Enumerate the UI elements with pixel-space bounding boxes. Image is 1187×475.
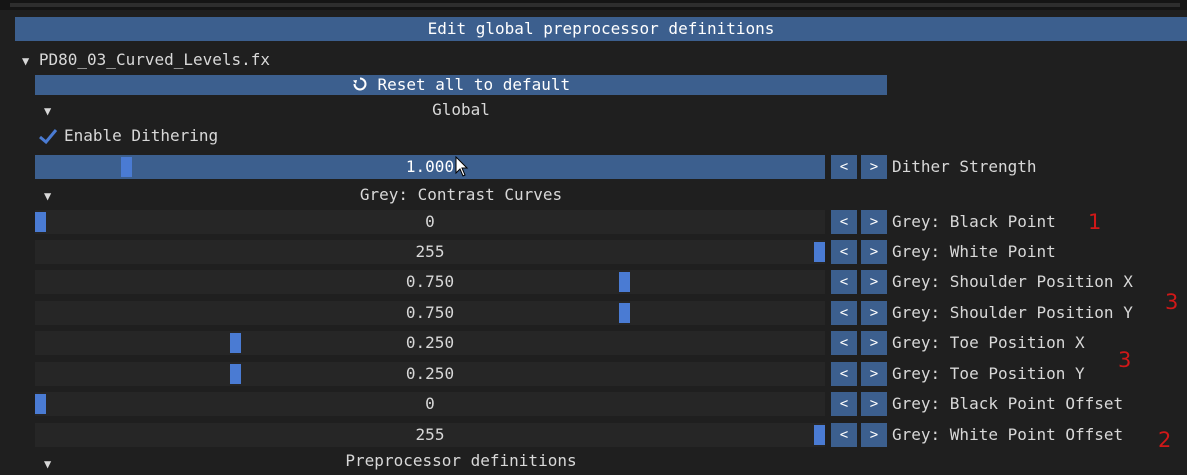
grey-shoulder-x-increment-button[interactable]: >	[861, 270, 887, 294]
section-grey-contrast-curves[interactable]: Grey: Contrast Curves	[35, 184, 887, 206]
reset-all-label: Reset all to default	[377, 75, 571, 94]
dither-strength-decrement-button[interactable]: <	[831, 155, 857, 179]
grey-black-point-decrement-button[interactable]: <	[831, 210, 857, 234]
mouse-cursor-icon	[455, 155, 469, 178]
reset-icon	[352, 77, 367, 91]
section-global[interactable]: Global	[35, 99, 887, 121]
enable-dithering-label: Enable Dithering	[64, 126, 219, 145]
dither-strength-slider[interactable]: 1.000	[35, 155, 825, 179]
grey-shoulder-x-label: Grey: Shoulder Position X	[892, 272, 1133, 291]
top-scroll-strip	[0, 0, 1187, 10]
grey-white-point-decrement-button[interactable]: <	[831, 240, 857, 264]
section-grey-label: Grey: Contrast Curves	[359, 185, 563, 204]
annotation-3-toe: 3	[1118, 348, 1132, 372]
grey-white-point-offset-increment-button[interactable]: >	[861, 423, 887, 447]
dither-strength-increment-button[interactable]: >	[861, 155, 887, 179]
grey-toe-y-increment-button[interactable]: >	[861, 362, 887, 386]
grey-shoulder-y-slider[interactable]: 0.750	[35, 301, 825, 325]
grey-toe-y-slider[interactable]: 0.250	[35, 362, 825, 386]
annotation-1: 1	[1088, 210, 1102, 234]
slider-value: 1.000	[405, 157, 455, 176]
grey-black-point-slider[interactable]: 0	[35, 210, 825, 234]
dither-strength-label: Dither Strength	[892, 157, 1037, 176]
grey-shoulder-y-label: Grey: Shoulder Position Y	[892, 303, 1133, 322]
grey-shoulder-x-slider[interactable]: 0.750	[35, 270, 825, 294]
grey-white-point-offset-decrement-button[interactable]: <	[831, 423, 857, 447]
grey-black-point-offset-label: Grey: Black Point Offset	[892, 394, 1124, 413]
slider-value: 0.750	[405, 272, 455, 291]
slider-value: 255	[415, 425, 445, 444]
grey-black-point-offset-slider[interactable]: 0	[35, 392, 825, 416]
slider-value: 0.750	[405, 303, 455, 322]
grey-white-point-increment-button[interactable]: >	[861, 240, 887, 264]
slider-value: 0.250	[405, 364, 455, 383]
grey-black-point-increment-button[interactable]: >	[861, 210, 887, 234]
grey-white-point-offset-label: Grey: White Point Offset	[892, 425, 1124, 444]
section-preprocessor-definitions[interactable]: Preprocessor definitions	[35, 450, 887, 472]
file-name-label: PD80_03_Curved_Levels.fx	[38, 50, 271, 69]
grey-shoulder-y-decrement-button[interactable]: <	[831, 301, 857, 325]
slider-value: 0	[425, 394, 435, 413]
annotation-2: 2	[1158, 428, 1172, 452]
slider-value: 255	[415, 242, 445, 261]
grey-toe-y-label: Grey: Toe Position Y	[892, 364, 1085, 383]
grey-black-point-offset-decrement-button[interactable]: <	[831, 392, 857, 416]
window-header: Edit global preprocessor definitions	[15, 17, 1187, 41]
grey-toe-x-slider[interactable]: 0.250	[35, 331, 825, 355]
grey-shoulder-x-decrement-button[interactable]: <	[831, 270, 857, 294]
reset-all-button[interactable]: Reset all to default	[35, 75, 887, 95]
grey-white-point-label: Grey: White Point	[892, 242, 1056, 261]
grey-toe-x-increment-button[interactable]: >	[861, 331, 887, 355]
grey-white-point-offset-slider[interactable]: 255	[35, 423, 825, 447]
grey-toe-x-label: Grey: Toe Position X	[892, 333, 1085, 352]
section-global-label: Global	[432, 100, 490, 119]
enable-dithering-checkbox[interactable]	[38, 126, 58, 146]
checkmark-icon	[39, 129, 58, 145]
collapse-arrow-icon[interactable]: ▼	[22, 54, 29, 68]
grey-black-point-offset-increment-button[interactable]: >	[861, 392, 887, 416]
slider-value: 0.250	[405, 333, 455, 352]
grey-white-point-slider[interactable]: 255	[35, 240, 825, 264]
grey-shoulder-y-increment-button[interactable]: >	[861, 301, 887, 325]
grey-black-point-label: Grey: Black Point	[892, 212, 1056, 231]
window-title: Edit global preprocessor definitions	[427, 19, 775, 38]
section-preproc-label: Preprocessor definitions	[345, 451, 577, 470]
slider-value: 0	[425, 212, 435, 231]
tree-node-file[interactable]: ▼ PD80_03_Curved_Levels.fx	[22, 49, 270, 71]
annotation-3-shoulder: 3	[1165, 290, 1179, 314]
grey-toe-y-decrement-button[interactable]: <	[831, 362, 857, 386]
grey-toe-x-decrement-button[interactable]: <	[831, 331, 857, 355]
